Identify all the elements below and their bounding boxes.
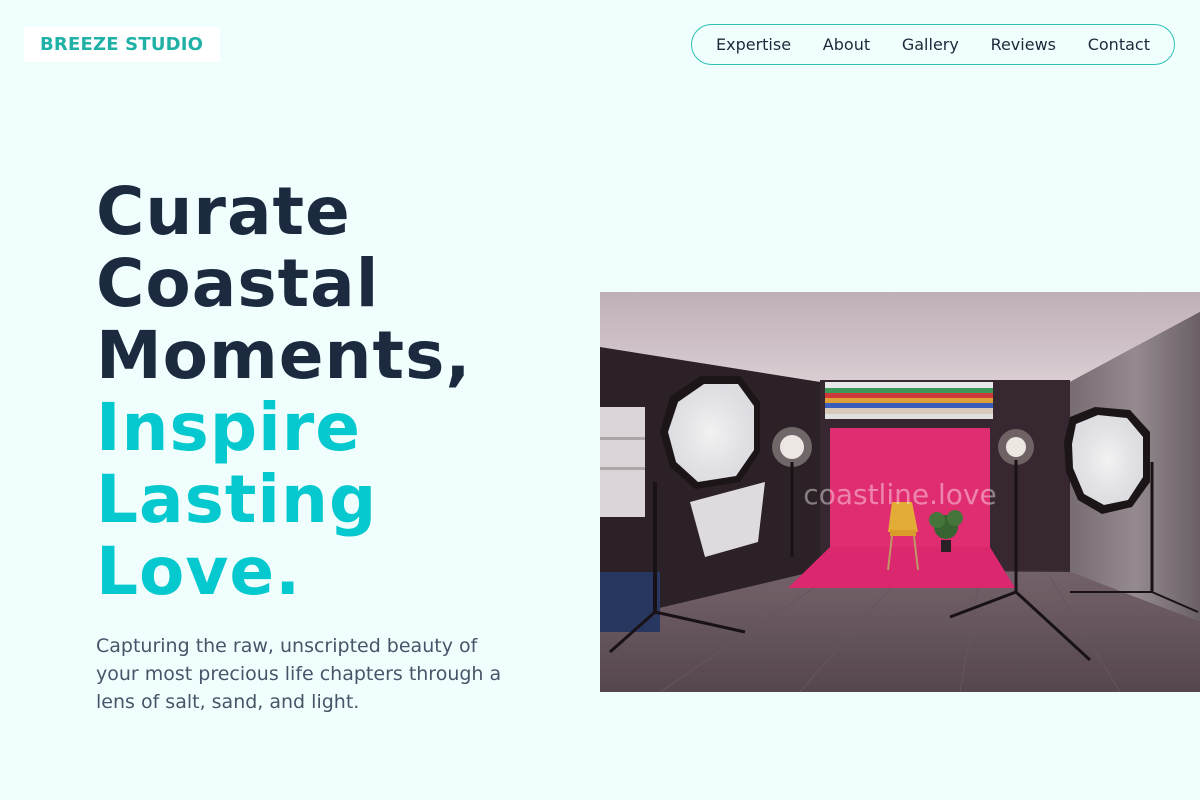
main-nav: Expertise About Gallery Reviews Contact bbox=[691, 24, 1175, 65]
hero-title-accent-line: Love. bbox=[96, 533, 302, 610]
hero-title-line: Moments, bbox=[96, 317, 472, 394]
nav-item-contact[interactable]: Contact bbox=[1088, 35, 1150, 54]
hero-title: Curate Coastal Moments, Inspire Lasting … bbox=[96, 176, 576, 608]
nav-item-about[interactable]: About bbox=[823, 35, 870, 54]
studio-photo bbox=[600, 292, 1200, 692]
hero-title-line: Curate bbox=[96, 173, 351, 250]
nav-item-gallery[interactable]: Gallery bbox=[902, 35, 959, 54]
studio-illustration bbox=[600, 292, 1200, 692]
hero-title-line: Coastal bbox=[96, 245, 380, 322]
hero-subtitle: Capturing the raw, unscripted beauty of … bbox=[96, 635, 502, 713]
hero-title-accent-line: Inspire bbox=[96, 389, 362, 466]
nav-item-expertise[interactable]: Expertise bbox=[716, 35, 791, 54]
nav-item-reviews[interactable]: Reviews bbox=[991, 35, 1056, 54]
brand-logo[interactable]: BREEZE STUDIO bbox=[24, 27, 220, 62]
hero-title-accent-line: Lasting bbox=[96, 461, 378, 538]
page: BREEZE STUDIO Expertise About Gallery Re… bbox=[0, 0, 1200, 800]
